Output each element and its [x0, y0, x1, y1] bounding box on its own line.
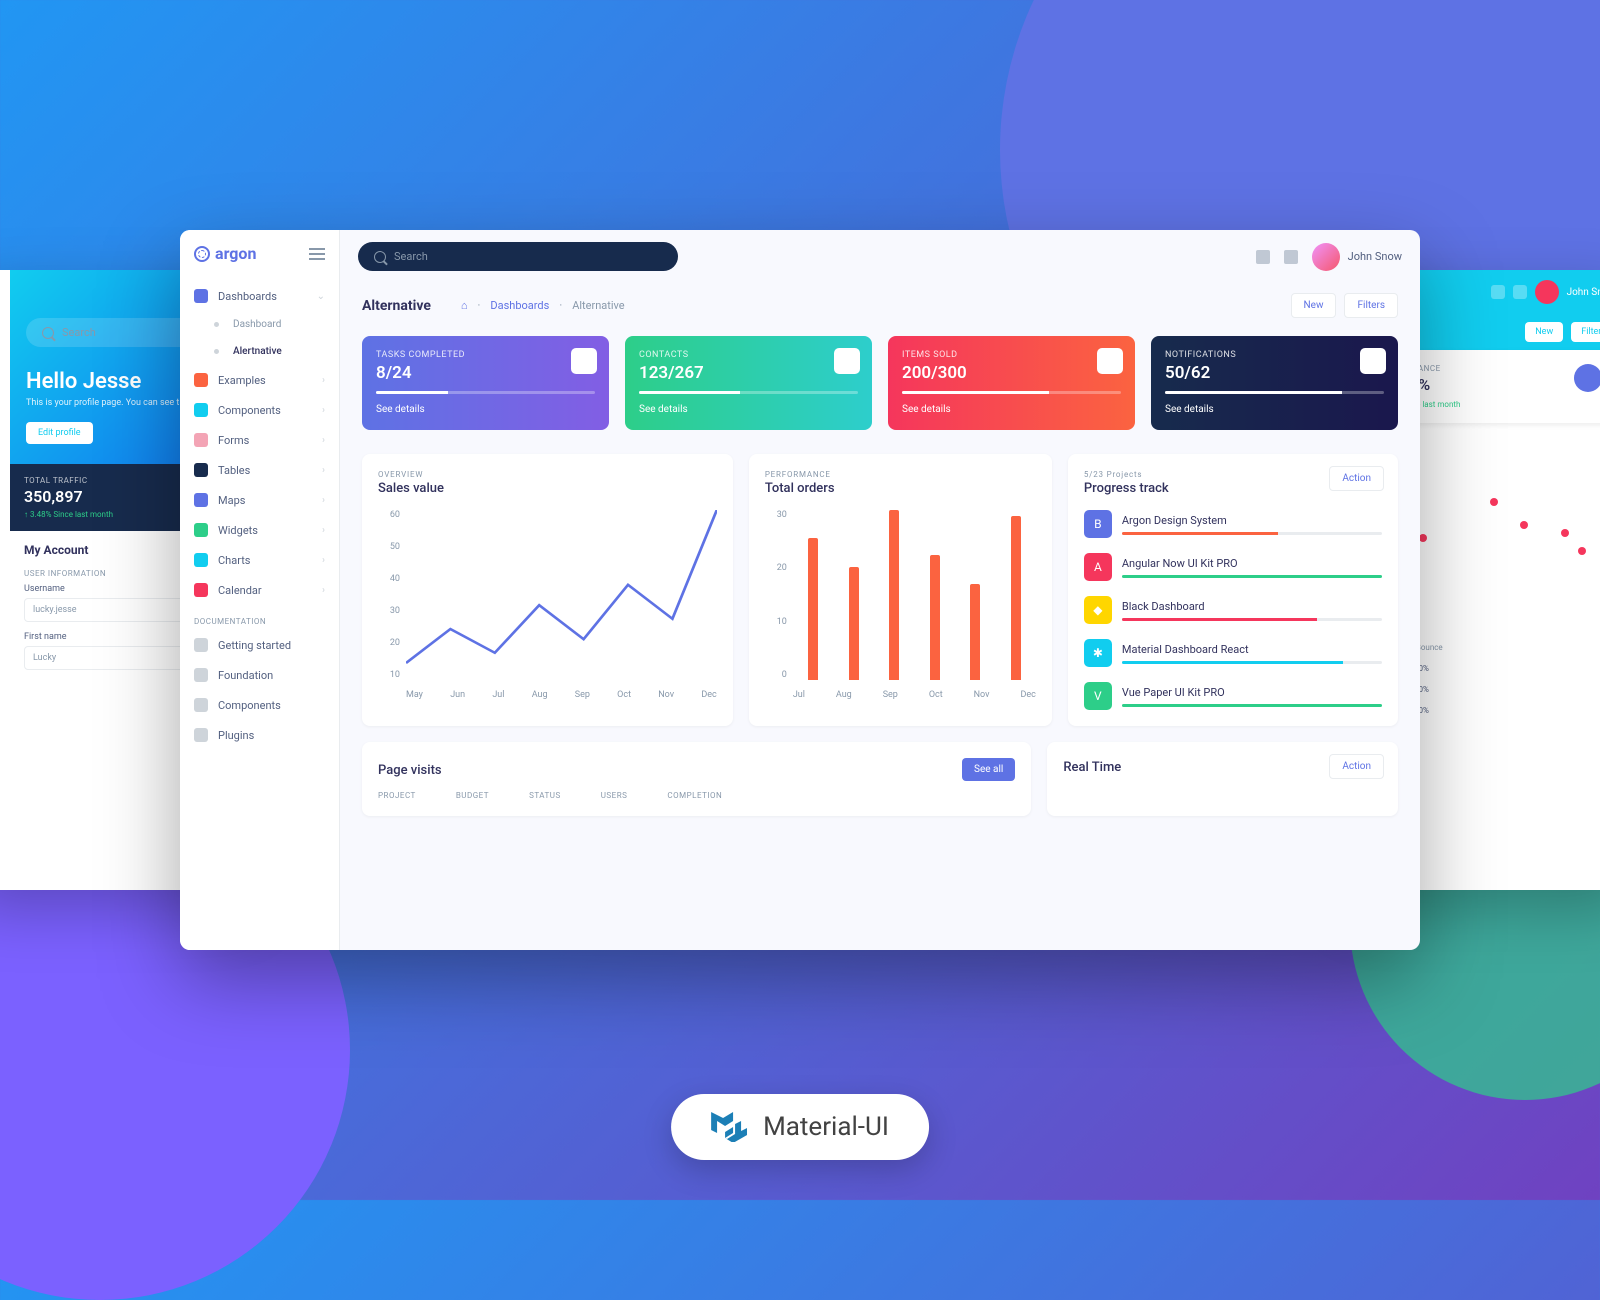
- avatar: [1312, 243, 1340, 271]
- doc-icon: [194, 638, 208, 652]
- chevron-right-icon: ›: [322, 435, 325, 446]
- chevron-right-icon: ›: [322, 555, 325, 566]
- kpi-icon: [571, 348, 597, 374]
- nav-icon: [194, 433, 208, 447]
- sidebar-item-examples[interactable]: Examples›: [180, 365, 339, 395]
- see-details-link[interactable]: See details: [639, 404, 688, 415]
- grid-icon[interactable]: [1513, 285, 1527, 299]
- progress-item: ✱Material Dashboard React: [1084, 639, 1382, 667]
- total-orders-card: PERFORMANCE Total orders 3020100 JulAugS…: [749, 454, 1052, 726]
- nav-icon: [194, 289, 208, 303]
- progress-item: ◆Black Dashboard: [1084, 596, 1382, 624]
- sidebar-item-charts[interactable]: Charts›: [180, 545, 339, 575]
- realtime-action-button[interactable]: Action: [1329, 754, 1384, 779]
- sidebar-item-maps[interactable]: Maps›: [180, 485, 339, 515]
- page-title: Alternative: [362, 298, 431, 314]
- kpi-card-contacts: CONTACTS123/267See details: [625, 336, 872, 430]
- nav-icon: [194, 523, 208, 537]
- project-icon: A: [1084, 553, 1112, 581]
- chevron-right-icon: ⌄: [317, 291, 325, 302]
- chevron-right-icon: ›: [322, 495, 325, 506]
- sidebar: argon Dashboards⌄DashboardAlertnativeExa…: [180, 230, 340, 950]
- brand-logo[interactable]: argon: [194, 244, 256, 263]
- kpi-icon: [1097, 348, 1123, 374]
- user-menu[interactable]: John Snow: [1312, 243, 1402, 271]
- filters-button-right[interactable]: Filters: [1571, 322, 1600, 342]
- progress-item: AAngular Now UI Kit PRO: [1084, 553, 1382, 581]
- breadcrumb: Alternative ⌂ · Dashboards · Alternative…: [340, 283, 1420, 328]
- material-ui-badge: Material-UI: [671, 1094, 929, 1160]
- user-name-right: John Snow: [1567, 287, 1600, 298]
- material-ui-label: Material-UI: [763, 1112, 889, 1142]
- sidebar-item-dashboards[interactable]: Dashboards⌄: [180, 281, 339, 311]
- breadcrumb-dashboards[interactable]: Dashboards: [490, 299, 549, 312]
- trophy-icon: [1574, 364, 1600, 392]
- sidebar-item-components[interactable]: Components›: [180, 395, 339, 425]
- kpi-card-notifications: NOTIFICATIONS50/62See details: [1151, 336, 1398, 430]
- sidebar-item-calendar[interactable]: Calendar›: [180, 575, 339, 605]
- filters-button[interactable]: Filters: [1344, 293, 1398, 318]
- project-icon: V: [1084, 682, 1112, 710]
- main-dashboard: argon Dashboards⌄DashboardAlertnativeExa…: [180, 230, 1420, 950]
- new-button[interactable]: New: [1291, 293, 1337, 318]
- doc-icon: [194, 668, 208, 682]
- topbar: Search John Snow: [340, 230, 1420, 283]
- breadcrumb-current: Alternative: [572, 299, 624, 312]
- kpi-icon: [834, 348, 860, 374]
- kpi-icon: [1360, 348, 1386, 374]
- project-icon: ✱: [1084, 639, 1112, 667]
- nav-icon: [194, 493, 208, 507]
- search-icon: [374, 251, 386, 263]
- bell-icon[interactable]: [1491, 285, 1505, 299]
- project-icon: ◆: [1084, 596, 1112, 624]
- bell-icon[interactable]: [1256, 250, 1270, 264]
- nav-icon: [194, 373, 208, 387]
- sales-value-card: OVERVIEW Sales value 605040302010 MayJun…: [362, 454, 733, 726]
- sidebar-item-dashboard[interactable]: Dashboard: [180, 311, 339, 338]
- argon-icon: [194, 246, 210, 262]
- sidebar-doc-plugins[interactable]: Plugins: [180, 720, 339, 750]
- project-icon: B: [1084, 510, 1112, 538]
- sidebar-item-widgets[interactable]: Widgets›: [180, 515, 339, 545]
- sidebar-doc-getting-started[interactable]: Getting started: [180, 630, 339, 660]
- apps-icon[interactable]: [1284, 250, 1298, 264]
- progress-item: BArgon Design System: [1084, 510, 1382, 538]
- nav-icon: [194, 553, 208, 567]
- see-details-link[interactable]: See details: [1165, 404, 1214, 415]
- nav-icon: [194, 583, 208, 597]
- sidebar-item-alertnative[interactable]: Alertnative: [180, 338, 339, 365]
- search-input-left[interactable]: Search: [26, 318, 206, 347]
- sidebar-item-forms[interactable]: Forms›: [180, 425, 339, 455]
- kpi-card-items-sold: ITEMS SOLD200/300See details: [888, 336, 1135, 430]
- see-details-link[interactable]: See details: [376, 404, 425, 415]
- home-icon[interactable]: ⌂: [461, 299, 468, 312]
- chevron-right-icon: ›: [322, 375, 325, 386]
- nav-icon: [194, 463, 208, 477]
- kpi-card-tasks-completed: TASKS COMPLETED8/24See details: [362, 336, 609, 430]
- sidebar-item-tables[interactable]: Tables›: [180, 455, 339, 485]
- search-icon: [42, 327, 54, 339]
- chevron-right-icon: ›: [322, 585, 325, 596]
- menu-toggle-icon[interactable]: [309, 248, 325, 260]
- chevron-right-icon: ›: [322, 465, 325, 476]
- doc-icon: [194, 728, 208, 742]
- sidebar-doc-components[interactable]: Components: [180, 690, 339, 720]
- doc-icon: [194, 698, 208, 712]
- nav-icon: [194, 403, 208, 417]
- see-all-button[interactable]: See all: [962, 758, 1015, 781]
- search-input[interactable]: Search: [358, 242, 678, 271]
- progress-track-card: 5/23 Projects Progress track Action BArg…: [1068, 454, 1398, 726]
- chevron-right-icon: ›: [322, 525, 325, 536]
- avatar[interactable]: [1535, 280, 1559, 304]
- progress-item: VVue Paper UI Kit PRO: [1084, 682, 1382, 710]
- see-details-link[interactable]: See details: [902, 404, 951, 415]
- material-ui-icon: [711, 1112, 747, 1142]
- page-visits-card: Page visits See all PROJECTBUDGETSTATUSU…: [362, 742, 1031, 816]
- real-time-card: Real Time Action: [1047, 742, 1398, 816]
- new-button-right[interactable]: New: [1525, 322, 1563, 342]
- chevron-right-icon: ›: [322, 405, 325, 416]
- progress-action-button[interactable]: Action: [1329, 466, 1384, 491]
- edit-profile-button[interactable]: Edit profile: [26, 422, 93, 444]
- sidebar-doc-foundation[interactable]: Foundation: [180, 660, 339, 690]
